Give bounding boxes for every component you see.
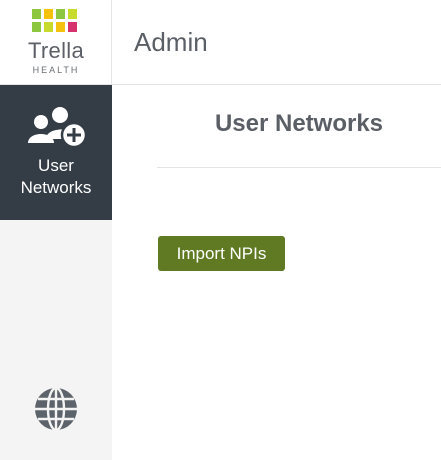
logo-mark-icon: [32, 9, 77, 32]
logo-square: [56, 9, 65, 19]
app-root: Trella HEALTH User Networks Admin User N…: [0, 0, 441, 460]
import-npis-button[interactable]: Import NPIs: [158, 236, 285, 271]
logo[interactable]: Trella HEALTH: [0, 0, 112, 85]
divider: [157, 167, 441, 168]
logo-square: [68, 22, 77, 32]
logo-square: [68, 9, 77, 19]
globe-icon[interactable]: [33, 386, 79, 432]
logo-square: [56, 22, 65, 32]
sidebar-item-label: User Networks: [20, 156, 92, 197]
header-title: Admin: [134, 27, 208, 57]
logo-subtitle: HEALTH: [32, 65, 80, 75]
page-title: User Networks: [214, 110, 384, 137]
logo-square: [44, 22, 53, 32]
user-add-icon: [28, 107, 88, 149]
header-bar: Admin: [112, 0, 441, 85]
logo-square: [32, 9, 41, 19]
logo-square: [32, 22, 41, 32]
logo-square: [44, 9, 53, 19]
sidebar-item-user-networks[interactable]: User Networks: [0, 85, 112, 220]
sidebar: Trella HEALTH User Networks: [0, 0, 112, 460]
logo-name: Trella: [28, 38, 84, 63]
